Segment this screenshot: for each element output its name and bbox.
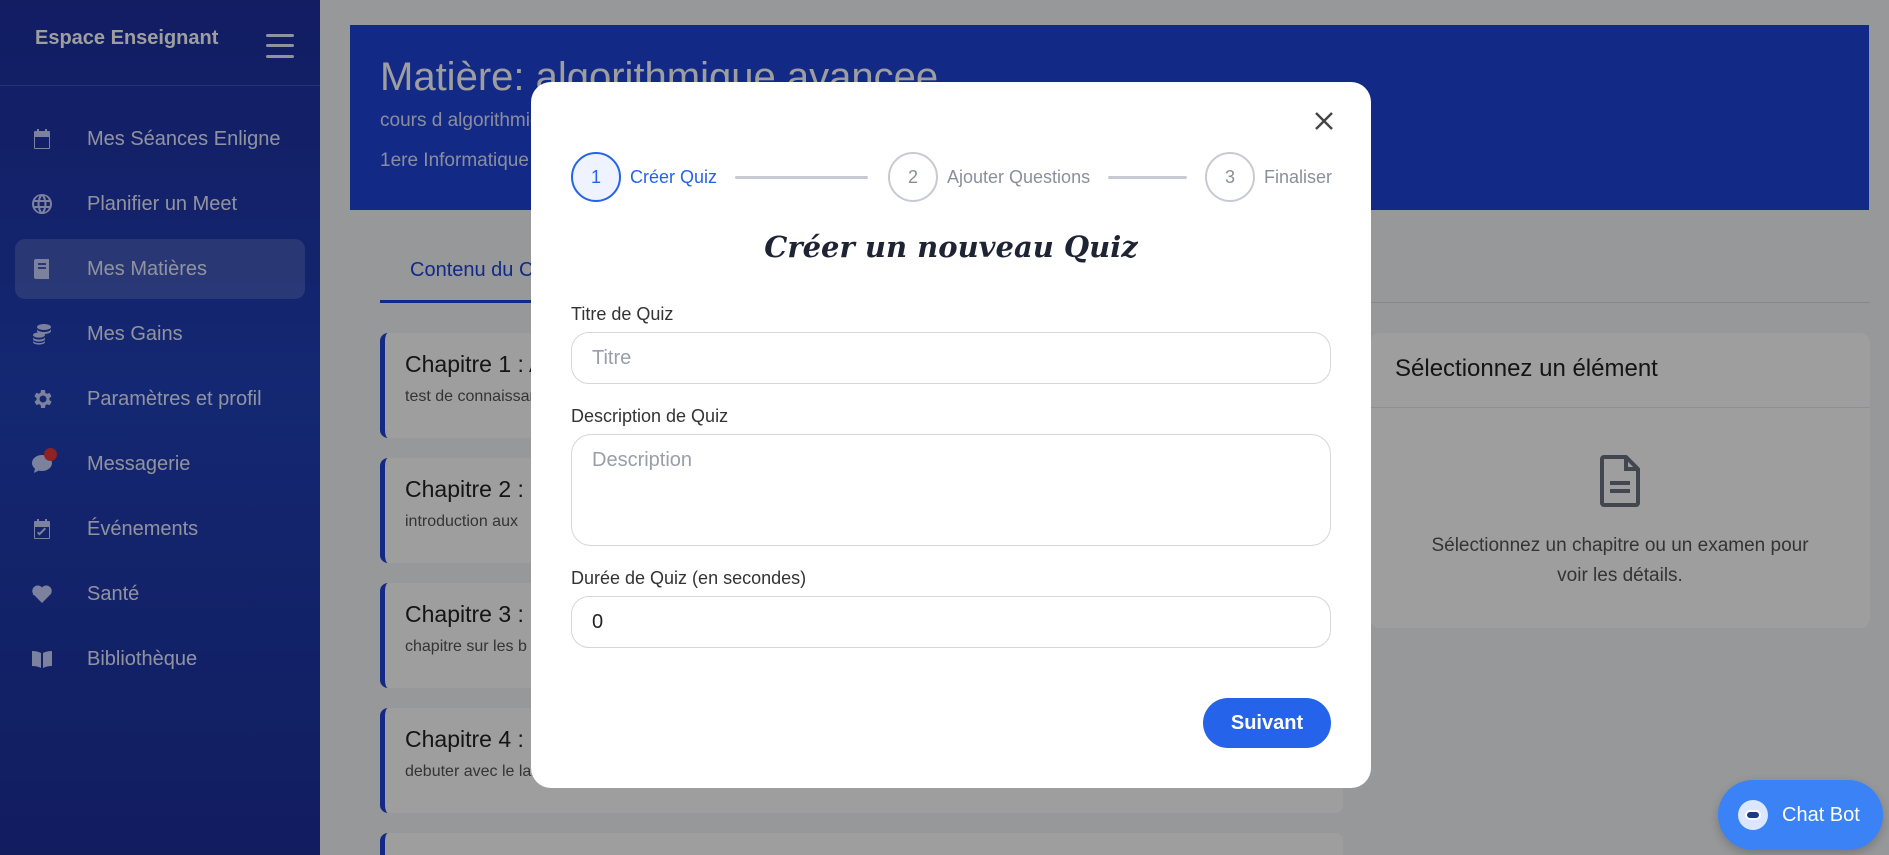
- modal-heading: Créer un nouveau Quiz: [764, 230, 1138, 264]
- step-finaliser[interactable]: 3 Finaliser: [1205, 152, 1332, 202]
- quiz-duration-input[interactable]: [571, 596, 1331, 648]
- quiz-description-input[interactable]: [571, 434, 1331, 546]
- step-label: Créer Quiz: [630, 166, 718, 187]
- quiz-description-label: Description de Quiz: [571, 406, 729, 426]
- quiz-title-input[interactable]: [571, 332, 1331, 384]
- quiz-stepper: 1 Créer Quiz 2 Ajouter Questions 3 Final…: [571, 152, 1332, 204]
- create-quiz-modal: 1 Créer Quiz 2 Ajouter Questions 3 Final…: [531, 82, 1371, 788]
- step-creer-quiz[interactable]: 1 Créer Quiz: [571, 152, 717, 202]
- chat-bot-button[interactable]: Chat Bot: [1718, 780, 1883, 850]
- chat-bot-label: Chat Bot: [1782, 803, 1860, 826]
- step-number: 3: [1205, 152, 1255, 202]
- step-label: Finaliser: [1264, 166, 1333, 187]
- next-button[interactable]: Suivant: [1203, 698, 1331, 748]
- step-number: 2: [888, 152, 938, 202]
- close-icon[interactable]: [1307, 104, 1341, 138]
- step-connector: [1108, 176, 1187, 179]
- step-ajouter-questions[interactable]: 2 Ajouter Questions: [888, 152, 1090, 202]
- quiz-title-label: Titre de Quiz: [571, 304, 674, 324]
- step-connector: [735, 176, 868, 179]
- robot-icon: [1738, 800, 1768, 830]
- step-number: 1: [571, 152, 621, 202]
- step-label: Ajouter Questions: [947, 166, 1091, 187]
- quiz-duration-label: Durée de Quiz (en secondes): [571, 568, 807, 588]
